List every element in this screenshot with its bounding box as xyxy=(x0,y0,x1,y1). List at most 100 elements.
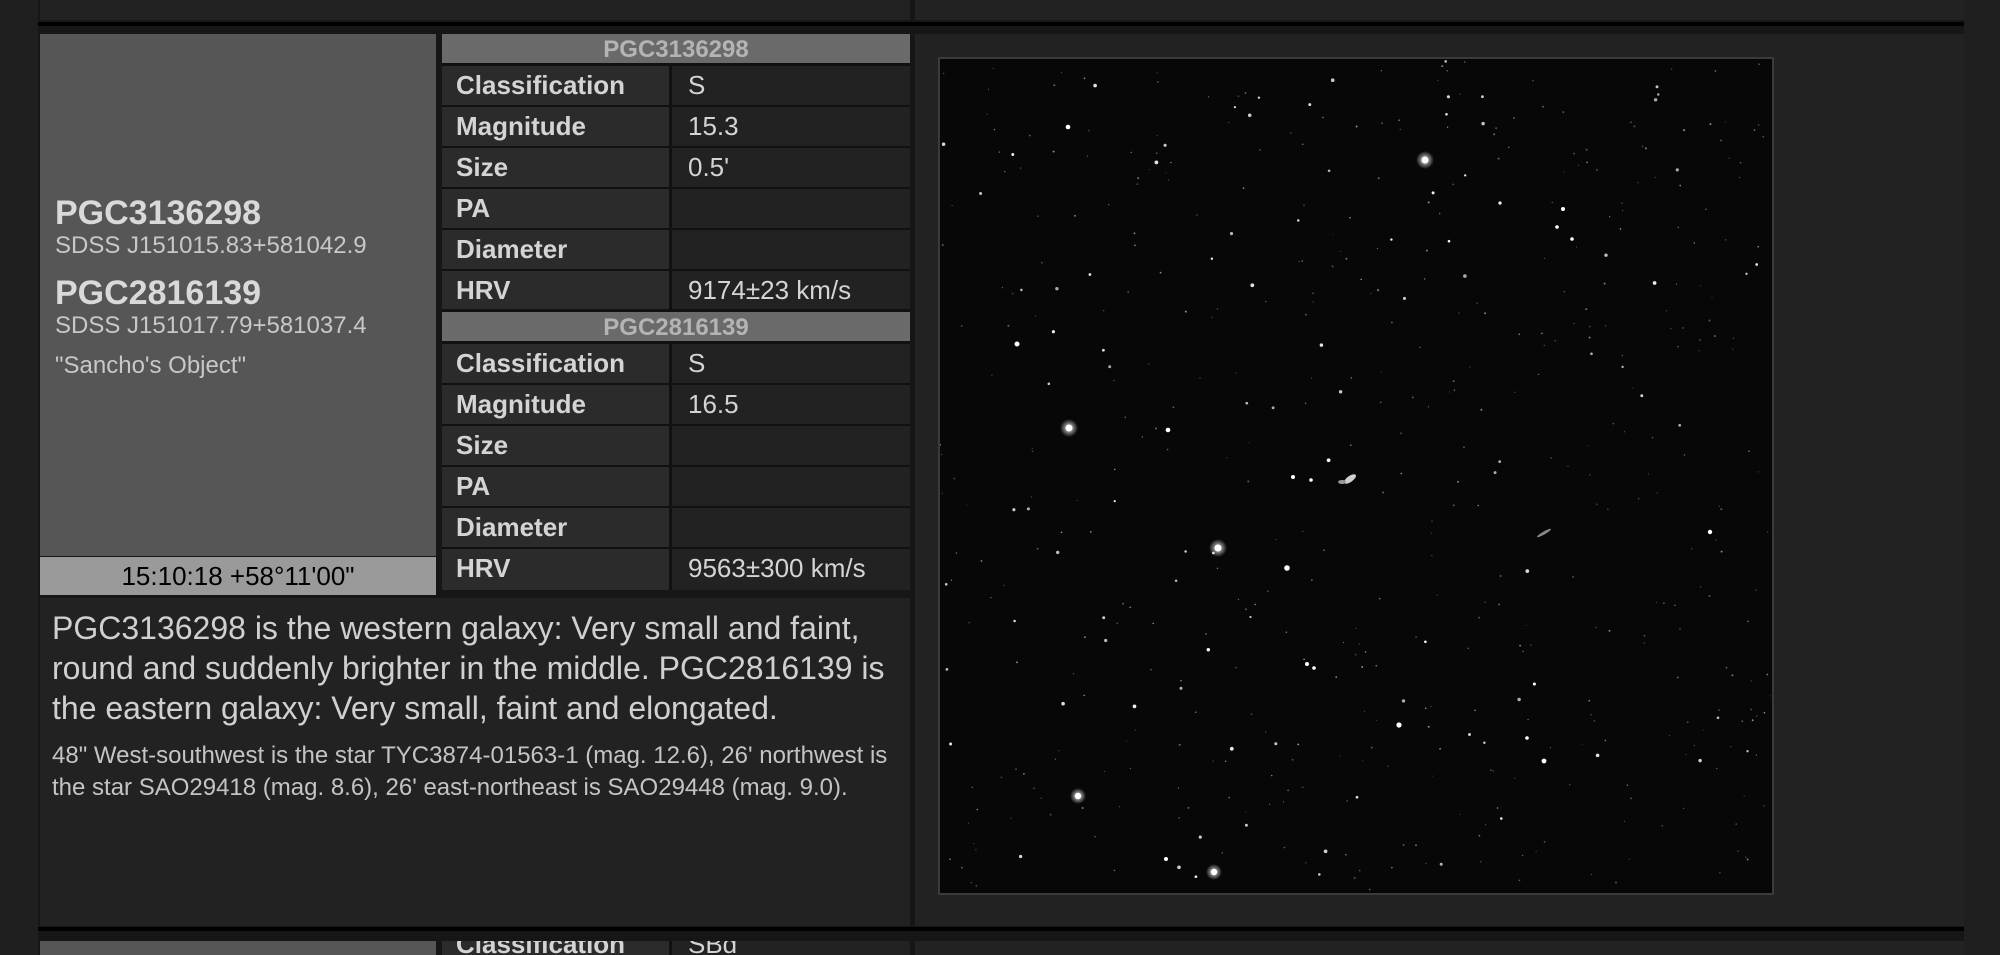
table-key: Size xyxy=(442,148,672,187)
coordinates: 15:10:18 +58°11'00" xyxy=(40,557,436,595)
faint-star xyxy=(1544,257,1546,259)
faint-star xyxy=(1540,332,1543,335)
faint-star xyxy=(1452,380,1455,382)
faint-star xyxy=(1398,119,1401,122)
faint-star xyxy=(1532,79,1534,82)
faint-star xyxy=(1431,191,1435,195)
faint-star xyxy=(1719,872,1721,874)
faint-star xyxy=(1589,474,1591,476)
faint-star xyxy=(1423,278,1426,280)
faint-star xyxy=(1463,446,1465,448)
faint-star xyxy=(1595,626,1597,629)
faint-star xyxy=(1104,638,1108,643)
faint-star xyxy=(1130,151,1132,154)
faint-star xyxy=(1675,168,1679,172)
table-key: Classification xyxy=(442,941,672,955)
faint-star xyxy=(1573,323,1575,325)
object-name-panel: PGC3136298 SDSS J151015.83+581042.9 PGC2… xyxy=(40,34,436,556)
faint-star xyxy=(1037,215,1039,217)
faint-star xyxy=(949,858,951,861)
faint-star xyxy=(1622,210,1624,212)
faint-star xyxy=(1554,340,1556,342)
faint-star xyxy=(950,579,953,581)
faint-star xyxy=(1668,734,1670,737)
faint-star xyxy=(1718,505,1720,507)
table-value: S xyxy=(672,344,910,383)
faint-star xyxy=(1031,496,1033,498)
faint-star xyxy=(1402,844,1405,846)
faint-star xyxy=(1049,813,1052,816)
faint-star xyxy=(1358,643,1360,645)
faint-star xyxy=(1730,746,1732,748)
separator-line xyxy=(38,22,1964,26)
faint-star xyxy=(1720,139,1722,142)
faint-star xyxy=(1370,292,1372,295)
faint-star xyxy=(1589,326,1591,328)
faint-star xyxy=(1521,854,1524,857)
faint-star xyxy=(1588,699,1591,702)
faint-star xyxy=(1323,549,1325,551)
faint-star xyxy=(1643,634,1646,637)
faint-star xyxy=(1319,343,1324,347)
faint-star xyxy=(1040,797,1042,799)
faint-star xyxy=(1699,585,1702,588)
faint-star xyxy=(1247,113,1252,118)
faint-star xyxy=(979,192,983,195)
faint-star xyxy=(1415,844,1417,847)
faint-star xyxy=(1216,308,1219,310)
faint-star xyxy=(1127,291,1129,293)
faint-star xyxy=(1567,465,1569,468)
faint-star xyxy=(1563,290,1566,293)
faint-star xyxy=(1116,622,1118,624)
faint-star xyxy=(1439,862,1443,866)
faint-star xyxy=(1113,468,1116,471)
faint-star xyxy=(1177,787,1179,789)
faint-star xyxy=(975,884,978,887)
faint-star xyxy=(1585,308,1588,310)
faint-star xyxy=(1122,602,1124,605)
faint-star xyxy=(1755,263,1759,266)
faint-star xyxy=(1113,380,1115,382)
faint-star xyxy=(1012,508,1016,512)
faint-star xyxy=(1484,601,1486,604)
faint-star xyxy=(1755,754,1758,756)
faint-star xyxy=(993,128,996,131)
table-key: PA xyxy=(442,189,672,228)
faint-star xyxy=(1763,711,1766,714)
faint-star xyxy=(1304,402,1307,404)
table-key: HRV xyxy=(442,271,672,309)
faint-star xyxy=(1137,177,1140,180)
faint-star xyxy=(1497,157,1500,160)
faint-star xyxy=(1718,709,1720,711)
faint-star xyxy=(1498,460,1502,463)
faint-star xyxy=(1551,202,1553,204)
faint-star xyxy=(1448,391,1451,393)
faint-star xyxy=(1643,642,1646,644)
faint-star xyxy=(1124,416,1126,418)
faint-star xyxy=(1690,548,1693,550)
galaxy xyxy=(1338,480,1346,484)
faint-star xyxy=(1102,616,1106,620)
faint-star xyxy=(1154,160,1159,165)
faint-star xyxy=(1179,686,1183,690)
faint-star xyxy=(1016,661,1018,664)
faint-star xyxy=(1676,676,1679,679)
faint-star xyxy=(1751,719,1754,722)
faint-star xyxy=(1199,377,1201,379)
faint-star xyxy=(1743,795,1745,798)
faint-star xyxy=(1762,135,1765,138)
faint-star xyxy=(1444,60,1447,63)
faint-star xyxy=(1637,182,1639,184)
faint-star xyxy=(1655,85,1659,89)
faint-star xyxy=(1381,122,1383,124)
faint-star xyxy=(1297,743,1300,746)
star-field-image[interactable] xyxy=(938,57,1774,895)
faint-star xyxy=(1708,319,1711,322)
faint-star xyxy=(1165,172,1167,174)
faint-star xyxy=(1431,775,1433,777)
faint-star xyxy=(1756,715,1758,717)
faint-star xyxy=(1480,408,1483,411)
faint-star xyxy=(1437,79,1439,82)
faint-star xyxy=(1604,253,1608,257)
faint-star xyxy=(1327,169,1331,173)
